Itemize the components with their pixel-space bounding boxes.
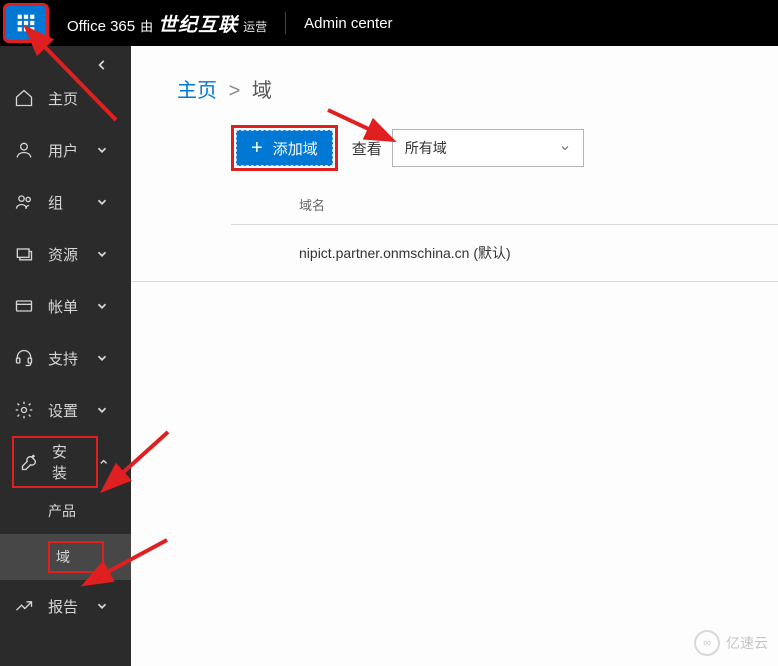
chevron-down-icon [95, 351, 109, 365]
add-domain-label: 添加域 [273, 138, 318, 159]
nav-label: 资源 [48, 244, 78, 265]
nav-billing[interactable]: 帐单 [0, 280, 131, 332]
nav-users[interactable]: 用户 [0, 124, 131, 176]
wrench-icon [20, 452, 40, 472]
nav-support[interactable]: 支持 [0, 332, 131, 384]
nav-install[interactable]: 安装 [0, 436, 131, 488]
breadcrumb: 主页 > 域 [131, 46, 778, 125]
nav-install-domains[interactable]: 域 [0, 534, 131, 580]
chevron-down-icon [95, 599, 109, 613]
office-label: Office 365 [67, 18, 135, 35]
breadcrumb-home[interactable]: 主页 [177, 80, 217, 102]
sub-label: 产品 [48, 501, 76, 521]
chevron-down-icon [95, 299, 109, 313]
add-domain-highlight: + 添加域 [231, 125, 338, 171]
watermark-text: 亿速云 [726, 633, 768, 653]
nav-label: 报告 [48, 596, 78, 617]
toolbar: + 添加域 查看 所有域 [131, 125, 778, 171]
resources-icon [12, 244, 36, 264]
table-header: 域名 [231, 195, 778, 225]
watermark-icon: ∞ [694, 630, 720, 656]
nav-install-products[interactable]: 产品 [0, 488, 131, 534]
nav-groups[interactable]: 组 [0, 176, 131, 228]
billing-icon [12, 296, 36, 316]
brand-block: Office 365 由 世纪互联 运营 [67, 10, 267, 37]
view-label: 查看 [352, 138, 382, 159]
chevron-down-icon [95, 247, 109, 261]
view-select[interactable]: 所有域 [392, 129, 584, 167]
chevron-down-icon [95, 403, 109, 417]
sub-label: 域 [56, 549, 70, 565]
operated-label: 运营 [243, 18, 267, 35]
nav-settings[interactable]: 设置 [0, 384, 131, 436]
divider [285, 12, 286, 34]
sidebar: 主页 用户 组 资源 帐单 支持 设置 [0, 46, 131, 666]
gear-icon [12, 400, 36, 420]
nav-reports[interactable]: 报告 [0, 580, 131, 632]
domain-cell: nipict.partner.onmschina.cn (默认) [299, 245, 511, 261]
main-content: 主页 > 域 + 添加域 查看 所有域 域名 nipict.partner.on… [131, 46, 778, 666]
nav-label: 支持 [48, 348, 78, 369]
admin-center-label: Admin center [304, 15, 392, 32]
nav-home[interactable]: 主页 [0, 72, 131, 124]
nav-label: 用户 [48, 140, 78, 161]
nav-label: 组 [48, 192, 63, 213]
nav-resources[interactable]: 资源 [0, 228, 131, 280]
app-launcher-button[interactable] [3, 3, 49, 43]
user-icon [12, 140, 36, 160]
plus-icon: + [251, 138, 263, 158]
add-domain-button[interactable]: + 添加域 [236, 130, 333, 166]
reports-icon [12, 596, 36, 616]
nav-label: 帐单 [48, 296, 78, 317]
waffle-icon [16, 13, 36, 33]
chevron-left-icon [95, 58, 109, 72]
chevron-down-icon [95, 195, 109, 209]
view-select-value: 所有域 [405, 138, 447, 158]
home-icon [12, 88, 36, 108]
watermark: ∞ 亿速云 [694, 630, 768, 656]
top-bar: Office 365 由 世纪互联 运营 Admin center [0, 0, 778, 46]
chevron-down-icon [559, 142, 571, 154]
breadcrumb-current: 域 [252, 80, 272, 102]
sidebar-collapse-button[interactable] [0, 46, 131, 72]
groups-icon [12, 192, 36, 212]
chevron-up-icon [98, 455, 109, 469]
by-label: 由 [140, 16, 153, 35]
nav-label: 主页 [48, 88, 78, 109]
cn-brand: 世纪互联 [158, 10, 238, 37]
nav-label: 设置 [48, 400, 78, 421]
table-row[interactable]: nipict.partner.onmschina.cn (默认) [131, 225, 778, 282]
chevron-down-icon [95, 143, 109, 157]
breadcrumb-sep: > [229, 80, 241, 102]
nav-label: 安装 [52, 441, 74, 483]
support-icon [12, 348, 36, 368]
col-domain: 域名 [299, 198, 325, 213]
